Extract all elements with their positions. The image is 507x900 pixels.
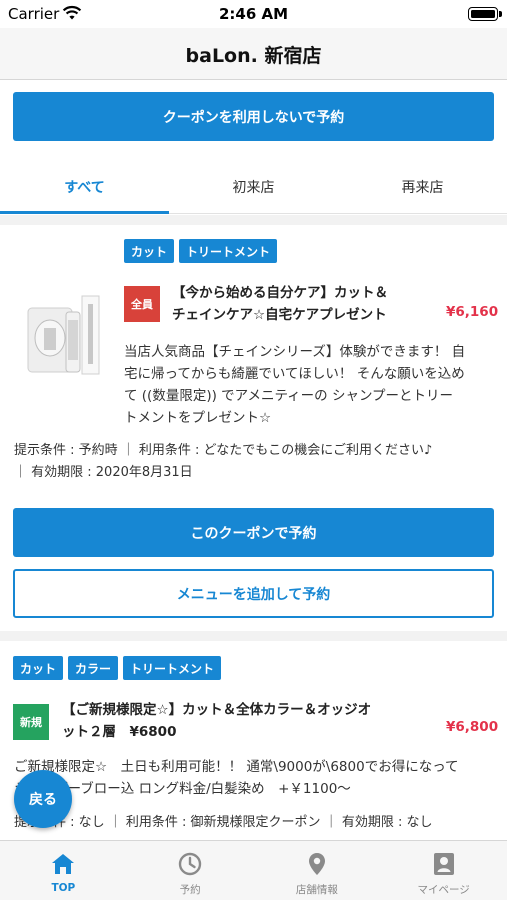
description-line: て ((数量限定)) でアメニティーの シャンプーとトリー: [124, 388, 454, 404]
coupon-conditions: 提示条件 : 予約時 ｜ 利用条件 : どなたでもこの機会にご利用ください♪ ｜…: [14, 440, 499, 484]
coupon-title-line: 【ご新規様限定☆】カット＆全体カラー＆オッジオ: [62, 702, 372, 718]
tabbar-label: 店舗情報: [295, 884, 338, 896]
coupon-title: 【ご新規様限定☆】カット＆全体カラー＆オッジオ ット２層 ¥6800: [62, 699, 412, 743]
tabbar-store-info[interactable]: 店舗情報: [254, 841, 381, 900]
badge-new-customer: 新規: [13, 704, 49, 740]
tag-cut: カット: [124, 239, 175, 263]
add-menu-and-book-button[interactable]: メニューを追加して予約: [13, 569, 494, 618]
coupon-conditions: 提示条件 : なし ｜ 利用条件 : 御新規様限定クーポン ｜ 有効期限 : な…: [14, 812, 502, 834]
coupon-description: ご新規様限定☆ 土日も利用可能！！ 通常\9000が\6800でお得になって シ…: [14, 756, 502, 800]
description-line: トメントをプレゼント☆: [124, 410, 272, 426]
section-divider: [0, 631, 507, 641]
clock-icon: [178, 852, 202, 876]
bottom-tab-bar: TOP 予約 店舗情報 マイページ: [0, 840, 507, 900]
tabbar-label: TOP: [51, 882, 76, 894]
user-card-icon: [433, 853, 454, 875]
tabbar-label: 予約: [179, 884, 201, 896]
description-line: ご新規様限定☆ 土日も利用可能！！ 通常\9000が\6800でお得になって: [14, 759, 459, 775]
product-image: [22, 290, 102, 380]
back-button[interactable]: 戻る: [14, 770, 72, 828]
tab-return-visit[interactable]: 再来店: [338, 160, 507, 213]
reserve-without-coupon-button[interactable]: クーポンを利用しないで予約: [13, 92, 494, 141]
coupon-tags: カット カラー トリートメント: [13, 656, 222, 680]
book-with-coupon-button[interactable]: このクーポンで予約: [13, 508, 494, 557]
condition-line: 提示条件 : なし ｜ 利用条件 : 御新規様限定クーポン ｜ 有効期限 : な…: [14, 815, 433, 830]
coupon-title-line: チェインケア☆自宅ケアプレゼント: [172, 307, 387, 323]
location-pin-icon: [308, 853, 325, 875]
description-line: シャンプーブロー込 ロング料金/白髪染め +￥1100〜: [14, 781, 351, 797]
coupon-title: 【今から始める自分ケア】カット＆ チェインケア☆自宅ケアプレゼント: [172, 282, 442, 326]
tab-first-visit[interactable]: 初来店: [169, 160, 338, 213]
tag-treatment: トリートメント: [179, 239, 278, 263]
coupon-title-line: 【今から始める自分ケア】カット＆: [172, 285, 388, 301]
status-bar: Carrier 2:46 AM: [0, 0, 507, 28]
tabbar-mypage[interactable]: マイページ: [380, 841, 507, 900]
coupon-title-line: ット２層 ¥6800: [62, 724, 177, 740]
page-title: baLon. 新宿店: [185, 45, 322, 67]
tabbar-label: マイページ: [417, 884, 470, 896]
description-line: 宅に帰ってからも綺麗でいてほしい！ そんな願いを込め: [124, 366, 465, 382]
clock-time: 2:46 AM: [218, 5, 289, 23]
badge-all-customers: 全員: [124, 286, 160, 322]
tag-treatment: トリートメント: [123, 656, 222, 680]
tabbar-top[interactable]: TOP: [0, 841, 127, 900]
coupon-description: 当店人気商品【チェインシリーズ】体験ができます！ 自 宅に帰ってからも綺麗でいて…: [124, 341, 496, 429]
home-icon: [52, 854, 75, 874]
condition-line: 提示条件 : 予約時 ｜ 利用条件 : どなたでもこの機会にご利用ください♪: [14, 443, 433, 458]
coupon-filter-tabs: すべて 初来店 再来店: [0, 160, 507, 214]
battery-icon: [468, 7, 502, 21]
condition-line: ｜ 有効期限 : 2020年8月31日: [14, 465, 193, 480]
tag-cut: カット: [13, 656, 64, 680]
description-line: 当店人気商品【チェインシリーズ】体験ができます！ 自: [124, 344, 466, 360]
tabbar-reservation[interactable]: 予約: [127, 841, 254, 900]
coupon-tags: カット トリートメント: [124, 239, 278, 263]
coupon-price: ¥6,160: [446, 304, 499, 320]
section-divider: [0, 215, 507, 225]
tag-color: カラー: [68, 656, 119, 680]
navigation-bar: baLon. 新宿店: [0, 28, 507, 80]
coupon-price: ¥6,800: [446, 719, 499, 735]
tab-all[interactable]: すべて: [0, 160, 169, 214]
